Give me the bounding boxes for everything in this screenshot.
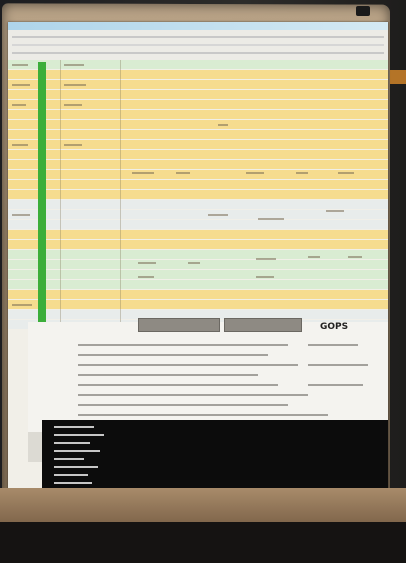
log-line	[78, 354, 268, 356]
terminal-line	[54, 458, 84, 460]
cell-text	[338, 172, 354, 174]
grid-row	[8, 280, 388, 289]
cell-text	[246, 172, 264, 174]
cell-text	[64, 104, 82, 106]
grid-row	[8, 180, 388, 189]
log-line	[308, 344, 358, 346]
status-bar-green	[38, 62, 46, 324]
monitor-button	[356, 6, 370, 16]
terminal-line	[54, 450, 100, 452]
monitor-screen: GOPS	[8, 22, 388, 492]
log-line	[308, 364, 368, 366]
cell-text	[256, 276, 274, 278]
terminal-line	[54, 482, 92, 484]
cell-text	[138, 276, 154, 278]
log-panel-button-left[interactable]	[138, 318, 220, 332]
cell-text	[218, 124, 228, 126]
log-line	[78, 404, 288, 406]
log-line	[78, 344, 288, 346]
cell-text	[64, 144, 82, 146]
toolbar-row	[12, 36, 384, 38]
cell-text	[12, 84, 30, 86]
window-titlebar	[8, 22, 388, 30]
terminal-panel	[42, 420, 388, 492]
grid-row	[8, 170, 388, 179]
cell-text	[12, 144, 28, 146]
cell-text	[326, 210, 344, 212]
grid-row	[8, 300, 388, 309]
cell-text	[296, 172, 308, 174]
cell-text	[308, 256, 320, 258]
grid-column-divider	[60, 60, 61, 330]
log-line	[78, 364, 298, 366]
log-line	[78, 414, 328, 416]
log-line	[78, 394, 308, 396]
grid-row	[8, 290, 388, 299]
terminal-line	[54, 426, 94, 428]
toolbar	[8, 30, 388, 61]
grid-row	[8, 130, 388, 139]
grid-column-divider	[120, 60, 121, 330]
cell-text	[64, 84, 86, 86]
grid-row	[8, 270, 388, 279]
terminal-line	[54, 474, 88, 476]
cell-text	[188, 262, 200, 264]
grid-row	[8, 150, 388, 159]
grid-row	[8, 200, 388, 209]
cell-text	[258, 218, 284, 220]
cell-text	[12, 104, 26, 106]
grid-row	[8, 160, 388, 169]
cell-text	[348, 256, 362, 258]
schedule-grid	[8, 60, 388, 330]
grid-row	[8, 230, 388, 239]
toolbar-row	[12, 44, 384, 46]
cell-text	[12, 64, 28, 66]
log-panel	[28, 318, 388, 432]
grid-row	[8, 250, 388, 259]
grid-row	[8, 110, 388, 119]
cell-text	[64, 64, 84, 66]
grid-row	[8, 220, 388, 229]
cell-text	[132, 172, 154, 174]
log-line	[78, 384, 278, 386]
cell-text	[256, 258, 276, 260]
desk-edge	[0, 522, 406, 563]
cell-text	[12, 214, 30, 216]
cell-text	[12, 304, 32, 306]
log-line	[78, 374, 258, 376]
cell-text	[176, 172, 190, 174]
grid-row	[8, 70, 388, 79]
log-line	[308, 384, 363, 386]
grid-row	[8, 90, 388, 99]
grid-row	[8, 240, 388, 249]
terminal-line	[54, 434, 104, 436]
toolbar-row	[12, 52, 384, 54]
logo-text: GOPS	[320, 322, 349, 332]
cell-text	[208, 214, 228, 216]
grid-row	[8, 120, 388, 129]
grid-row	[8, 190, 388, 199]
log-panel-button-right[interactable]	[224, 318, 302, 332]
cell-text	[138, 262, 156, 264]
terminal-line	[54, 466, 98, 468]
terminal-line	[54, 442, 90, 444]
